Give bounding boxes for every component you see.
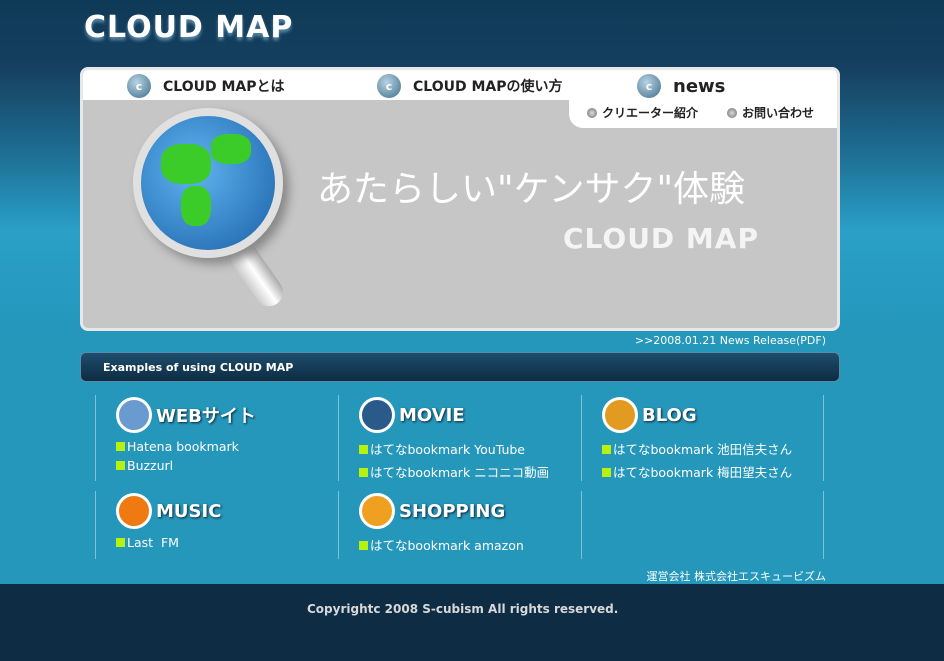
nav-label: CLOUD MAPとは [163,79,285,95]
person-icon [602,397,638,433]
examples-bar: Examples of using CLOUD MAP [80,352,840,382]
hero-panel: c CLOUD MAPとは c CLOUD MAPの使い方 c news クリエーター… [80,67,840,331]
category-web: WEBサイト Hatena bookmark Buzzurl [95,395,338,481]
film-icon [359,397,395,433]
category-blog: BLOG はてなbookmark 池田信夫さん はてなbookmark 梅田望夫… [581,395,824,481]
hero-brand: CLOUD MAP [563,222,759,255]
category-movie: MOVIE はてなbookmark YouTube はてなbookmark ニコ… [338,395,581,481]
bullet-icon [727,107,737,118]
c-icon: c [377,74,401,98]
category-title: MUSIC [156,500,222,522]
category-link[interactable]: Last FM [116,535,338,550]
footer: Copyrightc 2008 S-cubism All rights rese… [0,584,944,661]
nav-howto[interactable]: c CLOUD MAPの使い方 [377,74,563,98]
nav-contact[interactable]: お問い合わせ [727,104,814,121]
news-release-link[interactable]: >>2008.01.21 News Release(PDF) [635,334,826,347]
copyright: Copyrightc 2008 S-cubism All rights rese… [307,602,619,616]
bullet-icon [587,107,597,118]
hero-tagline: あたらしい"ケンサク"体験 [317,169,746,210]
bird-icon [359,493,395,529]
globe-magnifier-icon [133,108,283,258]
category-empty [581,491,824,559]
category-link[interactable]: はてなbookmark 梅田望夫さん [602,462,823,481]
subnav-label: クリエーター紹介 [602,106,699,120]
c-icon: c [127,74,151,98]
category-link[interactable]: はてなbookmark amazon [359,535,581,554]
nav-label: CLOUD MAPの使い方 [413,79,563,95]
category-title: BLOG [642,404,697,426]
nav-news[interactable]: c news [637,74,725,98]
category-link[interactable]: はてなbookmark YouTube [359,439,581,458]
company-link[interactable]: 運営会社 株式会社エスキュービズム [647,568,827,584]
nav-label: news [673,75,726,97]
examples-title: Examples of using CLOUD MAP [103,361,294,374]
category-title: WEBサイト [156,406,256,427]
category-link[interactable]: Buzzurl [116,458,338,473]
category-title: SHOPPING [399,500,506,522]
category-title: MOVIE [399,404,465,426]
category-link[interactable]: はてなbookmark 池田信夫さん [602,439,823,458]
music-note-icon [116,493,152,529]
nav-about[interactable]: c CLOUD MAPとは [127,74,285,98]
category-link[interactable]: はてなbookmark ニコニコ動画 [359,462,581,481]
subnav-label: お問い合わせ [742,106,815,120]
nav-creators[interactable]: クリエーター紹介 [587,104,698,121]
c-icon: c [637,74,661,98]
category-shopping: SHOPPING はてなbookmark amazon [338,491,581,559]
logo[interactable]: CLOUD MAP [84,10,293,45]
monitor-icon [116,397,152,433]
category-link[interactable]: Hatena bookmark [116,439,338,454]
category-music: MUSIC Last FM [95,491,338,559]
